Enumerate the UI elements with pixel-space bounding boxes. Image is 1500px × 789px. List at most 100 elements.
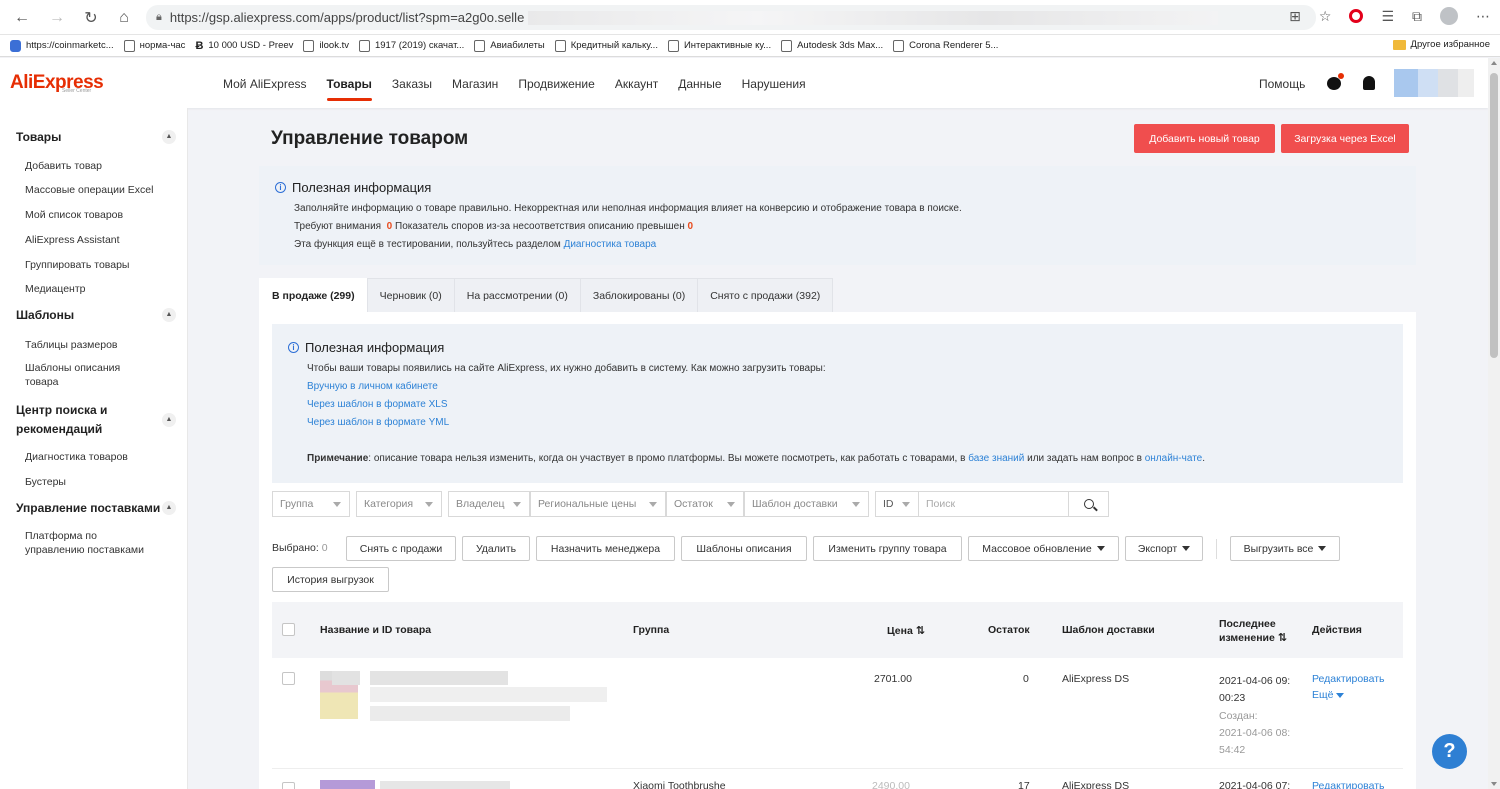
nav-account[interactable]: Аккаунт bbox=[605, 58, 668, 108]
search-button[interactable] bbox=[1068, 491, 1109, 517]
scroll-down-arrow-icon[interactable] bbox=[1491, 782, 1497, 786]
reader-mode-icon[interactable]: ⊞ bbox=[1289, 8, 1301, 25]
delete-button[interactable]: Удалить bbox=[462, 536, 530, 561]
bookmark-item[interactable]: https://coinmarketc... bbox=[10, 39, 114, 52]
sidebar-item-description-templates[interactable]: Шаблоны описания товара bbox=[25, 361, 135, 389]
chat-icon[interactable] bbox=[1327, 77, 1341, 90]
nav-orders[interactable]: Заказы bbox=[382, 58, 442, 108]
regional-prices-filter[interactable]: Региональные цены bbox=[530, 491, 666, 517]
unpublish-button[interactable]: Снять с продажи bbox=[346, 536, 456, 561]
export-history-button[interactable]: История выгрузок bbox=[272, 567, 389, 592]
row-checkbox[interactable] bbox=[282, 782, 295, 789]
opera-icon[interactable] bbox=[1349, 9, 1364, 23]
sidebar-item-add-product[interactable]: Добавить товар bbox=[25, 159, 165, 173]
sort-icon[interactable]: ⇅ bbox=[916, 625, 925, 637]
sidebar-item-my-products[interactable]: Мой список товаров bbox=[25, 208, 165, 222]
chevron-up-icon[interactable]: ▲ bbox=[162, 308, 176, 322]
user-avatar-redacted[interactable] bbox=[1394, 69, 1474, 97]
help-link[interactable]: Помощь bbox=[1259, 77, 1305, 91]
nav-violations[interactable]: Нарушения bbox=[732, 58, 816, 108]
scroll-up-arrow-icon[interactable] bbox=[1491, 61, 1497, 65]
stock-filter[interactable]: Остаток bbox=[666, 491, 744, 517]
bookmark-item[interactable]: норма-час bbox=[123, 39, 185, 52]
nav-my-aliexpress[interactable]: Мой AliExpress bbox=[223, 58, 317, 108]
sidebar-item-mediacenter[interactable]: Медиацентр bbox=[25, 282, 165, 296]
nav-data[interactable]: Данные bbox=[668, 58, 731, 108]
home-icon[interactable]: ⌂ bbox=[110, 4, 138, 32]
export-button[interactable]: Экспорт bbox=[1125, 536, 1203, 561]
forward-arrow-icon[interactable]: → bbox=[43, 4, 71, 32]
sort-icon[interactable]: ⇅ bbox=[1278, 632, 1287, 644]
sidebar-section-supply[interactable]: Управление поставками ▲ bbox=[16, 501, 176, 515]
edit-link[interactable]: Редактировать bbox=[1312, 780, 1385, 789]
favorite-star-icon[interactable]: ☆ bbox=[1319, 8, 1332, 25]
attention-count[interactable]: 0 bbox=[387, 221, 393, 232]
manual-upload-link[interactable]: Вручную в личном кабинете bbox=[307, 381, 438, 392]
tab-review[interactable]: На рассмотрении (0) bbox=[453, 278, 581, 312]
search-input[interactable]: Поиск bbox=[918, 491, 1069, 517]
bookmark-item[interactable]: 1917 (2019) скачат... bbox=[358, 39, 464, 52]
yml-template-link[interactable]: Через шаблон в формате YML bbox=[307, 417, 449, 428]
reload-icon[interactable]: ↻ bbox=[77, 4, 105, 32]
nav-store[interactable]: Магазин bbox=[442, 58, 508, 108]
profile-avatar[interactable] bbox=[1440, 7, 1458, 25]
sidebar-section-templates[interactable]: Шаблоны ▲ bbox=[16, 308, 176, 322]
page-scrollbar[interactable] bbox=[1488, 58, 1500, 789]
sidebar-item-boosters[interactable]: Бустеры bbox=[25, 475, 165, 489]
tab-removed[interactable]: Снято с продажи (392) bbox=[697, 278, 834, 312]
disputes-count[interactable]: 0 bbox=[688, 221, 694, 232]
chevron-up-icon[interactable]: ▲ bbox=[162, 413, 176, 427]
online-chat-link[interactable]: онлайн-чате bbox=[1145, 453, 1203, 464]
sidebar-section-search-center[interactable]: Центр поиска и рекомендаций ▲ bbox=[16, 401, 176, 439]
export-all-button[interactable]: Выгрузить все bbox=[1230, 536, 1340, 561]
knowledge-base-link[interactable]: базе знаний bbox=[968, 453, 1024, 464]
sidebar-item-assistant[interactable]: AliExpress Assistant bbox=[25, 233, 165, 247]
tab-on-sale[interactable]: В продаже (299) bbox=[259, 278, 368, 312]
address-bar[interactable]: 🔒︎ https://gsp.aliexpress.com/apps/produ… bbox=[146, 5, 1316, 30]
more-menu-icon[interactable]: ⋯ bbox=[1476, 8, 1490, 25]
sidebar-item-supply-platform[interactable]: Платформа по управлению поставками bbox=[25, 529, 155, 557]
bookmark-item[interactable]: Авиабилеты bbox=[474, 39, 545, 52]
bookmark-item[interactable]: Ƀ 10 000 USD - Preev bbox=[195, 40, 293, 52]
shipping-template-filter[interactable]: Шаблон доставки bbox=[744, 491, 869, 517]
collections-icon[interactable]: ⧉ bbox=[1412, 8, 1422, 25]
help-button[interactable]: ? bbox=[1432, 734, 1467, 769]
back-arrow-icon[interactable]: ← bbox=[8, 4, 36, 32]
diagnostics-link[interactable]: Диагностика товара bbox=[564, 239, 657, 250]
bookmark-item[interactable]: ilook.tv bbox=[303, 39, 349, 52]
bookmark-item[interactable]: Интерактивные ку... bbox=[667, 39, 771, 52]
column-price[interactable]: Цена ⇅ bbox=[887, 624, 925, 637]
bell-icon[interactable] bbox=[1363, 76, 1375, 90]
xls-template-link[interactable]: Через шаблон в формате XLS bbox=[307, 399, 448, 410]
sidebar-item-excel[interactable]: Массовые операции Excel bbox=[25, 183, 165, 197]
more-actions-link[interactable]: Ещё bbox=[1312, 689, 1345, 701]
excel-upload-button[interactable]: Загрузка через Excel bbox=[1281, 124, 1409, 153]
bookmark-item[interactable]: Кредитный кальку... bbox=[554, 39, 658, 52]
other-bookmarks[interactable]: Другое избранное bbox=[1392, 39, 1490, 50]
bookmark-item[interactable]: Autodesk 3ds Max... bbox=[781, 39, 883, 52]
nav-products[interactable]: Товары bbox=[317, 58, 382, 108]
bulk-update-button[interactable]: Массовое обновление bbox=[968, 536, 1119, 561]
row-checkbox[interactable] bbox=[282, 672, 295, 685]
tab-draft[interactable]: Черновик (0) bbox=[366, 278, 455, 312]
select-all-checkbox[interactable] bbox=[282, 623, 295, 636]
product-thumbnail[interactable] bbox=[320, 780, 375, 789]
column-updated[interactable]: Последнее изменение ⇅ bbox=[1219, 617, 1287, 645]
assign-manager-button[interactable]: Назначить менеджера bbox=[536, 536, 675, 561]
bookmark-item[interactable]: Corona Renderer 5... bbox=[893, 39, 998, 52]
add-product-button[interactable]: Добавить новый товар bbox=[1134, 124, 1275, 153]
sidebar-item-diagnostics[interactable]: Диагностика товаров bbox=[25, 450, 165, 464]
favorites-list-icon[interactable]: ☰ bbox=[1381, 8, 1394, 25]
owner-filter[interactable]: Владелец bbox=[448, 491, 530, 517]
description-templates-button[interactable]: Шаблоны описания bbox=[681, 536, 807, 561]
chevron-up-icon[interactable]: ▲ bbox=[162, 501, 176, 515]
change-group-button[interactable]: Изменить группу товара bbox=[813, 536, 962, 561]
sidebar-section-products[interactable]: Товары ▲ bbox=[16, 130, 176, 144]
sidebar-item-group-products[interactable]: Группировать товары bbox=[25, 258, 165, 272]
nav-promotion[interactable]: Продвижение bbox=[508, 58, 605, 108]
sidebar-item-size-tables[interactable]: Таблицы размеров bbox=[25, 338, 165, 352]
edit-link[interactable]: Редактировать bbox=[1312, 673, 1385, 685]
chevron-up-icon[interactable]: ▲ bbox=[162, 130, 176, 144]
category-filter[interactable]: Категория bbox=[356, 491, 442, 517]
tab-blocked[interactable]: Заблокированы (0) bbox=[579, 278, 699, 312]
